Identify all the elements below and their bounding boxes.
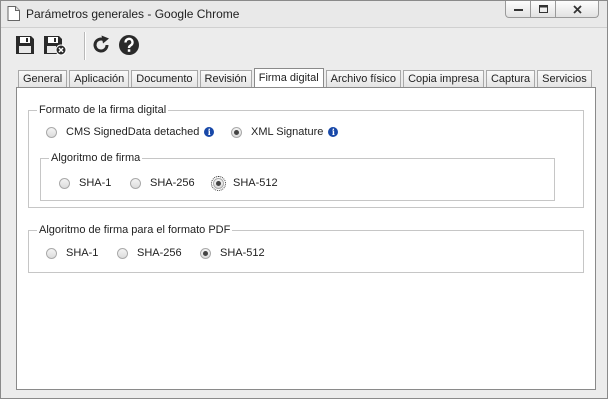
tab-general[interactable]: General xyxy=(18,70,68,87)
pdf-option-sha512[interactable]: SHA-512 xyxy=(200,247,265,259)
toolbar-separator xyxy=(84,32,86,60)
help-button[interactable] xyxy=(116,32,142,58)
tab-label: Aplicación xyxy=(74,73,125,85)
radio-selected-dot xyxy=(216,180,221,186)
tab-copia-impresa[interactable]: Copia impresa xyxy=(403,70,484,87)
format-option-cms[interactable]: CMS SignedData detached i xyxy=(46,126,215,138)
radio-selected-dot xyxy=(203,250,208,256)
tab-aplicacion[interactable]: Aplicación xyxy=(69,70,130,87)
radio-button[interactable] xyxy=(117,247,128,259)
pdf-algorithm-group: Algoritmo de firma para el formato PDF S… xyxy=(28,224,584,273)
radio-button[interactable] xyxy=(231,126,242,138)
info-icon[interactable]: i xyxy=(204,127,215,137)
toolbar xyxy=(1,28,607,64)
tab-bar: General Aplicación Documento Revisión Fi… xyxy=(18,68,594,88)
algorithm-option-sha512[interactable]: SHA-512 xyxy=(211,175,278,191)
minimize-button[interactable] xyxy=(505,1,531,18)
tab-label: General xyxy=(23,73,63,85)
title-bar: Parámetros generales - Google Chrome xyxy=(1,1,607,28)
signature-format-legend: Formato de la firma digital xyxy=(37,104,169,117)
signature-algorithm-group: Algoritmo de firma SHA-1 SHA-256 SHA-512 xyxy=(40,152,555,201)
signature-algorithm-legend: Algoritmo de firma xyxy=(49,152,143,165)
refresh-icon xyxy=(93,35,109,53)
radio-label: SHA-256 xyxy=(150,177,195,189)
document-icon xyxy=(7,6,20,21)
save-close-icon xyxy=(44,36,67,56)
radio-label: SHA-1 xyxy=(79,177,112,189)
radio-label: CMS SignedData detached xyxy=(66,126,200,138)
info-icon[interactable]: i xyxy=(328,127,339,137)
tab-label: Servicios xyxy=(542,73,587,85)
tab-archivo-fisico[interactable]: Archivo físico xyxy=(325,70,402,87)
save-close-button[interactable] xyxy=(42,32,68,58)
minimize-icon xyxy=(513,9,523,11)
tab-label: Firma digital xyxy=(258,72,319,84)
maximize-button[interactable] xyxy=(530,1,556,18)
close-icon xyxy=(572,4,582,14)
radio-button[interactable] xyxy=(130,177,141,189)
tab-label: Archivo físico xyxy=(330,73,397,85)
save-icon xyxy=(16,36,34,54)
tab-captura[interactable]: Captura xyxy=(485,70,536,87)
radio-label: SHA-1 xyxy=(66,247,99,259)
radio-button[interactable] xyxy=(46,126,57,138)
tab-label: Revisión xyxy=(204,73,247,85)
pdf-option-sha256[interactable]: SHA-256 xyxy=(117,247,182,259)
radio-label: XML Signature xyxy=(251,126,324,138)
signature-format-group: Formato de la firma digital CMS SignedDa… xyxy=(28,104,584,208)
radio-button[interactable] xyxy=(46,247,57,259)
browser-window: Parámetros generales - Google Chrome Gen… xyxy=(0,0,608,399)
tab-label: Captura xyxy=(490,73,531,85)
pdf-option-sha1[interactable]: SHA-1 xyxy=(46,247,98,259)
refresh-button[interactable] xyxy=(88,32,114,58)
format-option-xml[interactable]: XML Signature i xyxy=(231,126,339,138)
help-icon xyxy=(119,35,139,55)
radio-selected-dot xyxy=(234,129,239,135)
tab-label: Documento xyxy=(136,73,193,85)
tab-documento[interactable]: Documento xyxy=(131,70,198,87)
radio-button[interactable] xyxy=(59,177,70,189)
tab-servicios[interactable]: Servicios xyxy=(537,70,592,87)
window-title: Parámetros generales - Google Chrome xyxy=(26,7,240,21)
tab-revision[interactable]: Revisión xyxy=(199,70,252,87)
radio-label: SHA-256 xyxy=(137,247,182,259)
radio-label: SHA-512 xyxy=(233,177,278,189)
tab-label: Copia impresa xyxy=(408,73,479,85)
save-button[interactable] xyxy=(12,32,38,58)
radio-button[interactable] xyxy=(200,247,211,259)
maximize-icon xyxy=(538,5,548,13)
window-controls xyxy=(505,1,599,19)
tab-panel-firma-digital: Formato de la firma digital CMS SignedDa… xyxy=(16,87,596,390)
algorithm-option-sha1[interactable]: SHA-1 xyxy=(59,177,111,189)
tab-firma-digital[interactable]: Firma digital xyxy=(253,68,324,87)
radio-label: SHA-512 xyxy=(220,247,265,259)
algorithm-option-sha256[interactable]: SHA-256 xyxy=(130,177,195,189)
pdf-algorithm-legend: Algoritmo de firma para el formato PDF xyxy=(37,224,233,237)
close-button[interactable] xyxy=(555,1,599,18)
radio-button[interactable] xyxy=(211,175,226,191)
